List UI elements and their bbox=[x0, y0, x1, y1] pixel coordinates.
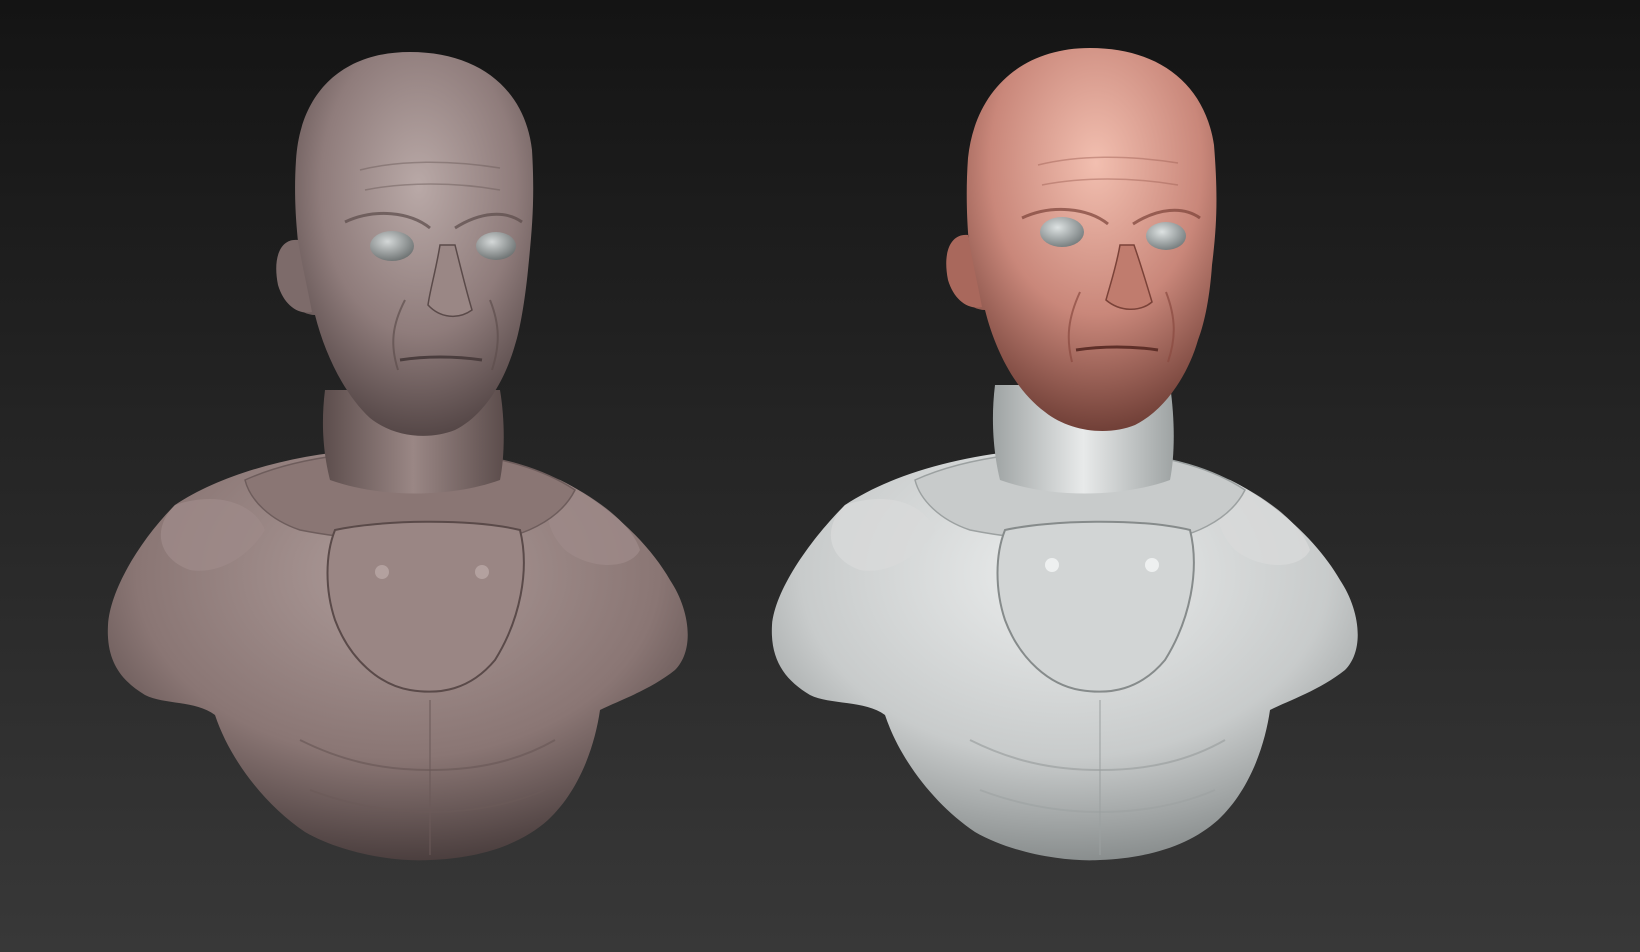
clay-eye-left bbox=[370, 231, 414, 261]
painted-plate-bump-right bbox=[1145, 558, 1159, 572]
painted-plate-bump-left bbox=[1045, 558, 1059, 572]
painted-bust-model bbox=[700, 0, 1520, 952]
painted-bust-render bbox=[771, 48, 1358, 861]
clay-bust-render bbox=[107, 52, 688, 861]
painted-eye-right bbox=[1146, 222, 1186, 250]
clay-plate-bump-left bbox=[375, 565, 389, 579]
painted-eye-left bbox=[1040, 217, 1084, 247]
clay-bust-model bbox=[0, 0, 820, 952]
clay-eye-right bbox=[476, 232, 516, 260]
render-viewport bbox=[0, 0, 1640, 952]
clay-plate-bump-right bbox=[475, 565, 489, 579]
